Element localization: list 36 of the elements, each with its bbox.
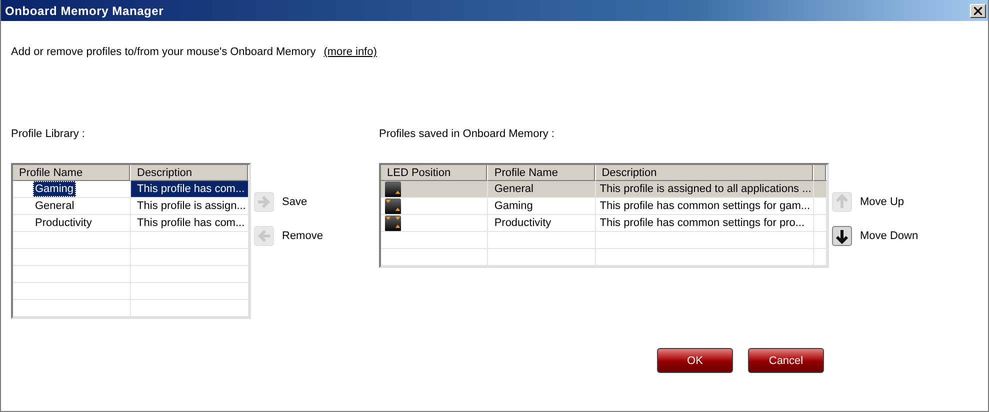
table-cell: Productivity: [488, 215, 596, 232]
table-cell: Gaming: [488, 198, 596, 215]
close-icon: [974, 6, 982, 14]
table-cell: This profile is assigned to all applications ...: [596, 181, 814, 198]
dialog-button[interactable]: Cancel: [748, 348, 824, 373]
more-info-link[interactable]: (more info): [324, 46, 377, 60]
table-cell: [814, 215, 827, 232]
column-header[interactable]: Profile Name: [488, 165, 596, 181]
table-cell: General: [488, 181, 596, 198]
table-cell[interactable]: This profile is assign...: [131, 198, 249, 215]
dialog-button[interactable]: OK: [657, 348, 733, 373]
section-label: Profile Library :: [11, 128, 86, 142]
section-label: Profiles saved in Onboard Memory :: [379, 128, 556, 142]
table-cell: This profile has common settings for pro...: [596, 215, 814, 232]
window-title: Onboard Memory Manager: [5, 4, 164, 18]
intro-text: Add or remove profiles to/from your mouse's Onboard Memory: [11, 46, 316, 60]
table-cell: [814, 249, 827, 266]
table-cell[interactable]: Gaming: [33, 181, 76, 197]
table-cell: [814, 232, 827, 249]
column-header[interactable]: LED Position: [381, 165, 488, 181]
table-cell[interactable]: This profile has com...: [131, 181, 249, 198]
column-header[interactable]: Description: [131, 165, 249, 181]
table-row[interactable]: Productivity This profile has common settings for pro...: [381, 215, 827, 232]
close-button[interactable]: [970, 4, 986, 18]
table-row[interactable]: Gaming This profile has common settings for gam...: [381, 198, 827, 215]
table-cell[interactable]: This profile has com...: [131, 215, 249, 232]
table-cell[interactable]: General: [33, 198, 76, 214]
column-header[interactable]: Profile Name: [13, 165, 131, 181]
table-row[interactable]: General This profile is assigned to all applications ...: [381, 181, 827, 198]
column-header[interactable]: Description: [596, 165, 814, 181]
column-header: [814, 165, 827, 181]
table-cell: [814, 181, 827, 198]
move-button[interactable]: Move Down: [832, 226, 918, 246]
table-cell[interactable]: Productivity: [33, 215, 94, 231]
table-cell: This profile has common settings for gam...: [596, 198, 814, 215]
table-cell: [814, 198, 827, 215]
